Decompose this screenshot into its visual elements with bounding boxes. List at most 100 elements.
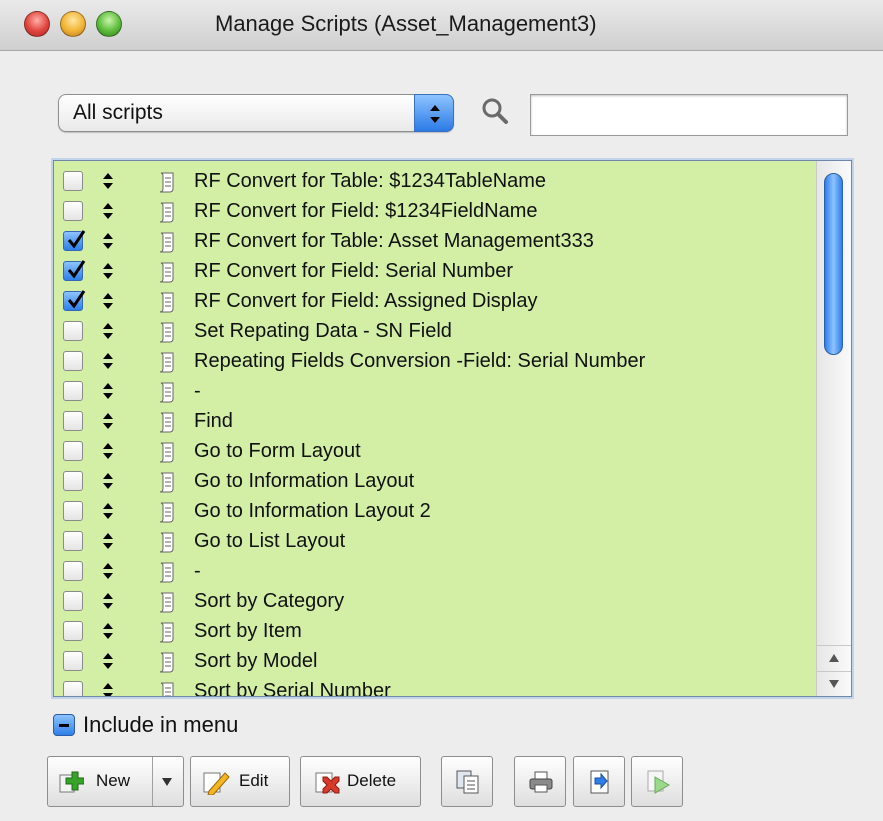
reorder-handle-icon[interactable] (103, 323, 113, 344)
script-menu-checkbox[interactable] (63, 531, 83, 551)
reorder-handle-icon[interactable] (103, 293, 113, 314)
script-row[interactable]: Sort by Model (54, 647, 814, 677)
reorder-handle-icon[interactable] (103, 653, 113, 674)
delete-script-button[interactable]: Delete (300, 756, 421, 807)
script-menu-checkbox[interactable] (63, 441, 83, 461)
script-menu-checkbox[interactable] (63, 171, 83, 191)
zoom-window-button[interactable] (96, 11, 122, 37)
print-script-button[interactable] (514, 756, 566, 807)
script-row[interactable]: - (54, 377, 814, 407)
script-row[interactable]: RF Convert for Field: $1234FieldName (54, 197, 814, 227)
reorder-handle-icon[interactable] (103, 383, 113, 404)
script-name: Set Repating Data - SN Field (194, 320, 452, 342)
script-document-icon (157, 262, 177, 289)
script-document-icon (157, 232, 177, 259)
include-in-menu-mixed-box[interactable] (53, 714, 75, 736)
scroll-down-arrow[interactable] (817, 671, 851, 696)
script-row[interactable]: RF Convert for Table: $1234TableName (54, 167, 814, 197)
scrollbar-thumb[interactable] (824, 173, 843, 355)
perform-script-button[interactable] (631, 756, 683, 807)
script-row[interactable]: Find (54, 407, 814, 437)
reorder-handle-icon[interactable] (103, 593, 113, 614)
script-row[interactable]: Sort by Category (54, 587, 814, 617)
script-row[interactable]: Go to List Layout (54, 527, 814, 557)
duplicate-icon (456, 770, 479, 794)
script-menu-checkbox[interactable] (63, 561, 83, 581)
script-row[interactable]: - (54, 557, 814, 587)
scripts-list[interactable]: RF Convert for Table: $1234TableName RF C… (53, 160, 852, 697)
import-script-button[interactable] (573, 756, 625, 807)
script-row[interactable]: Sort by Item (54, 617, 814, 647)
script-name: Go to Information Layout 2 (194, 500, 431, 522)
script-menu-checkbox[interactable] (63, 201, 83, 221)
search-input[interactable] (530, 94, 848, 136)
manage-scripts-window: Manage Scripts (Asset_Management3) All s… (0, 0, 883, 821)
reorder-handle-icon[interactable] (103, 203, 113, 224)
script-name: - (194, 560, 201, 582)
new-dropdown-arrow-icon[interactable] (161, 777, 173, 787)
reorder-handle-icon[interactable] (103, 233, 113, 254)
reorder-handle-icon[interactable] (103, 683, 113, 696)
script-name: RF Convert for Field: Serial Number (194, 260, 513, 282)
include-in-menu-label: Include in menu (83, 712, 239, 737)
script-row[interactable]: Go to Information Layout 2 (54, 497, 814, 527)
script-document-icon (157, 682, 177, 696)
script-document-icon (157, 622, 177, 649)
script-menu-checkbox[interactable] (63, 591, 83, 611)
script-menu-checkbox[interactable] (63, 681, 83, 696)
window-title: Manage Scripts (Asset_Management3) (215, 11, 597, 36)
script-row[interactable]: Go to Information Layout (54, 467, 814, 497)
script-menu-checkbox[interactable] (63, 381, 83, 401)
script-menu-checkbox[interactable] (63, 501, 83, 521)
script-document-icon (157, 292, 177, 319)
script-document-icon (157, 472, 177, 499)
reorder-handle-icon[interactable] (103, 473, 113, 494)
close-window-button[interactable] (24, 11, 50, 37)
script-row[interactable]: Set Repating Data - SN Field (54, 317, 814, 347)
title-bar: Manage Scripts (Asset_Management3) (0, 0, 883, 51)
reorder-handle-icon[interactable] (103, 173, 113, 194)
reorder-handle-icon[interactable] (103, 353, 113, 374)
script-menu-checkbox[interactable] (63, 260, 86, 281)
new-plus-icon (59, 771, 84, 793)
script-menu-checkbox[interactable] (63, 290, 86, 311)
new-button-divider (152, 757, 153, 806)
edit-script-button[interactable]: Edit (190, 756, 290, 807)
script-menu-checkbox[interactable] (63, 230, 86, 251)
reorder-handle-icon[interactable] (103, 563, 113, 584)
script-row[interactable]: Sort by Serial Number (54, 677, 814, 697)
script-row[interactable]: Repeating Fields Conversion -Field: Seri… (54, 347, 814, 377)
reorder-handle-icon[interactable] (103, 413, 113, 434)
reorder-handle-icon[interactable] (103, 623, 113, 644)
reorder-handle-icon[interactable] (103, 263, 113, 284)
script-row[interactable]: Go to Form Layout (54, 437, 814, 467)
script-row[interactable]: RF Convert for Table: Asset Management33… (54, 227, 814, 257)
script-menu-checkbox[interactable] (63, 351, 83, 371)
script-filter-popup[interactable]: All scripts (58, 94, 454, 132)
duplicate-script-button[interactable] (441, 756, 493, 807)
script-row[interactable]: RF Convert for Field: Serial Number (54, 257, 814, 287)
script-name: RF Convert for Field: Assigned Display (194, 290, 538, 312)
script-name: Sort by Item (194, 620, 302, 642)
script-menu-checkbox[interactable] (63, 621, 83, 641)
script-menu-checkbox[interactable] (63, 411, 83, 431)
new-script-button[interactable]: New (47, 756, 184, 807)
edit-pencil-icon (203, 772, 230, 795)
minimize-window-button[interactable] (60, 11, 86, 37)
script-name: RF Convert for Table: Asset Management33… (194, 230, 594, 252)
reorder-handle-icon[interactable] (103, 533, 113, 554)
script-name: Go to Form Layout (194, 440, 361, 462)
script-document-icon (157, 172, 177, 199)
script-document-icon (157, 562, 177, 589)
scroll-up-arrow[interactable] (817, 645, 851, 670)
script-name: Sort by Category (194, 590, 345, 612)
vertical-scrollbar[interactable] (816, 161, 851, 696)
reorder-handle-icon[interactable] (103, 443, 113, 464)
script-name: Sort by Serial Number (194, 680, 391, 697)
script-row[interactable]: RF Convert for Field: Assigned Display (54, 287, 814, 317)
script-menu-checkbox[interactable] (63, 471, 83, 491)
script-document-icon (157, 202, 177, 229)
script-menu-checkbox[interactable] (63, 321, 83, 341)
reorder-handle-icon[interactable] (103, 503, 113, 524)
script-menu-checkbox[interactable] (63, 651, 83, 671)
